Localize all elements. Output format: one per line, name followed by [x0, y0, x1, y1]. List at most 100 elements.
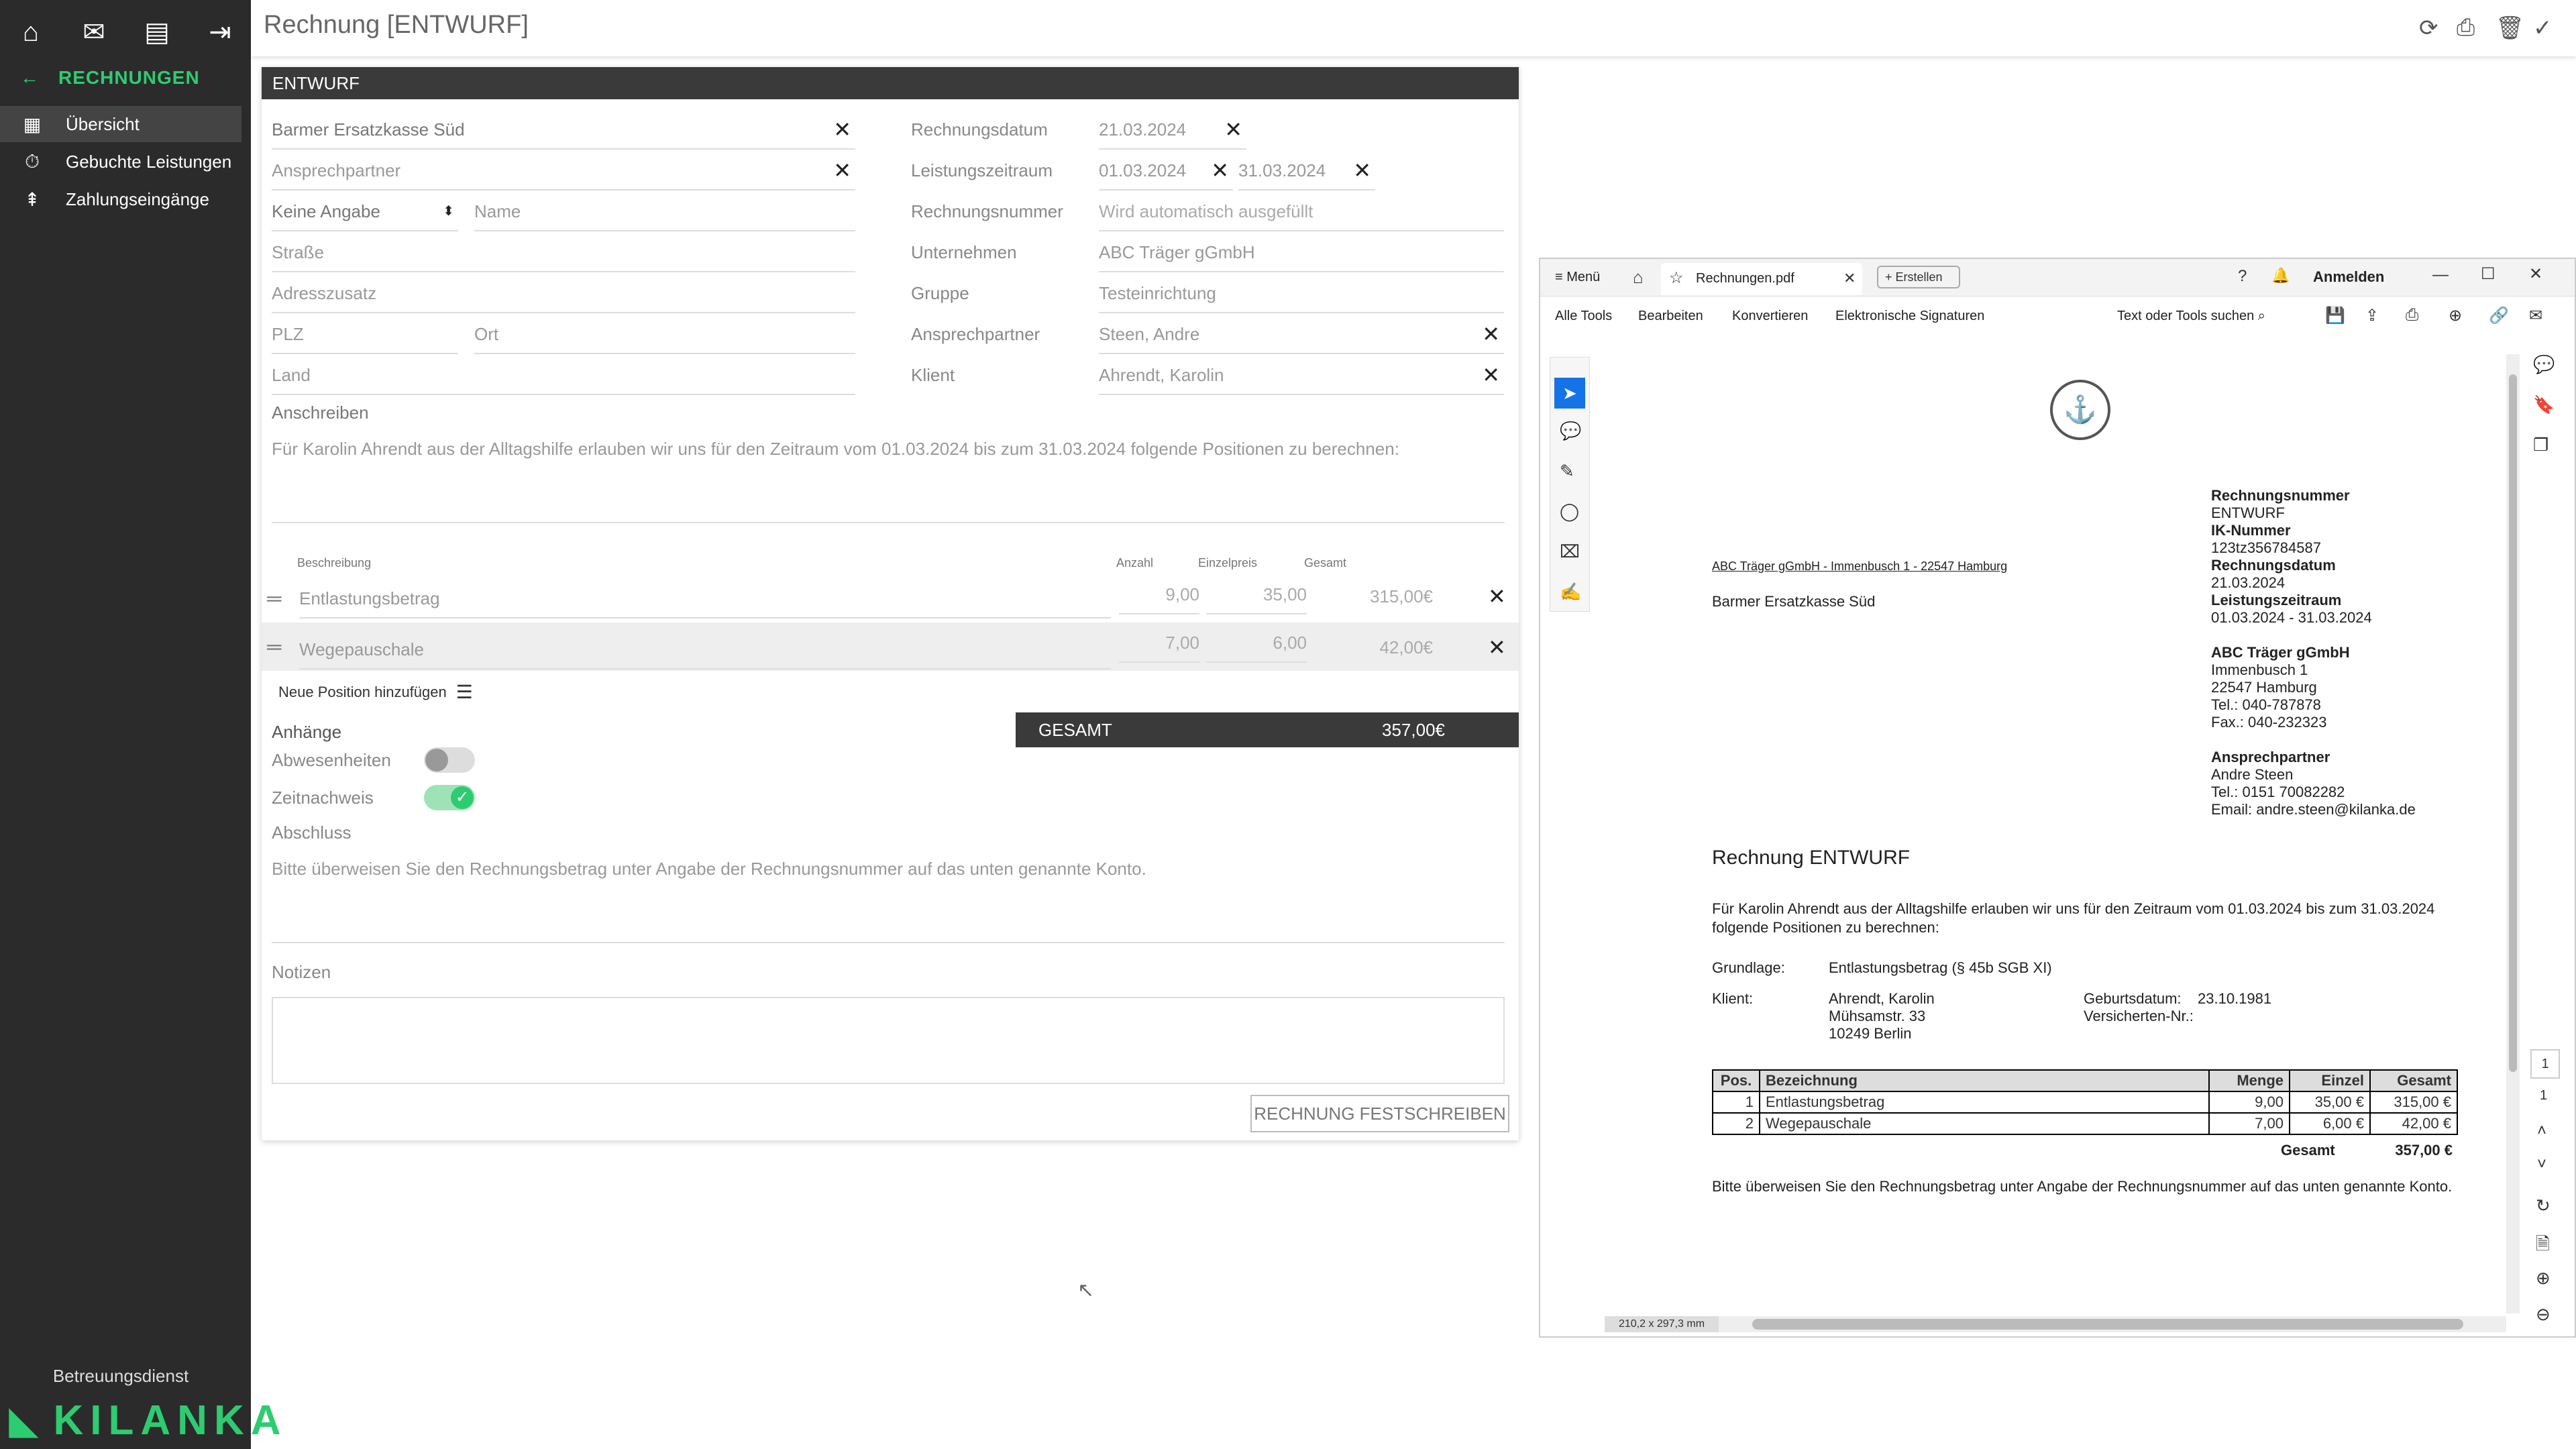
address-extra-field[interactable]: Adresszusatz	[272, 273, 855, 313]
signin-button[interactable]: Anmelden	[2313, 268, 2384, 286]
vertical-scroll-thumb[interactable]	[2509, 374, 2517, 1072]
close-window-icon[interactable]: ✕	[2529, 264, 2542, 284]
back-to-rechnungen[interactable]: ← RECHNUNGEN	[20, 67, 200, 89]
home-icon[interactable]: ⌂	[15, 16, 47, 48]
pdf-search-button[interactable]: Text oder Tools suchen ⌕	[2117, 309, 2265, 324]
contact-card-icon[interactable]: ▤	[141, 16, 173, 48]
clear-period-from-icon[interactable]: ✕	[1211, 150, 1229, 191]
closing-textarea[interactable]: Bitte überweisen Sie den Rechnungsbetrag…	[272, 856, 1505, 943]
position-description-field[interactable]: Wegepauschale	[299, 629, 1111, 669]
meta-value: 21.03.2024	[2211, 574, 2286, 591]
remove-position-icon[interactable]: ✕	[1488, 635, 1506, 660]
zip-field[interactable]: PLZ	[272, 314, 458, 354]
pages-panel-icon[interactable]: ❐	[2533, 435, 2548, 455]
client-field[interactable]: Ahrendt, Karolin ✕	[1099, 355, 1504, 395]
upload-icon[interactable]: ⇪	[2365, 306, 2379, 325]
clear-right-contact-icon[interactable]: ✕	[1482, 314, 1500, 354]
bell-icon[interactable]: 🔔	[2271, 267, 2290, 284]
zoom-out-icon[interactable]: ⊖	[2536, 1304, 2551, 1325]
maximize-icon[interactable]: ☐	[2481, 264, 2496, 284]
text-select-tool-icon[interactable]: ⌧	[1560, 541, 1580, 562]
clear-recipient-icon[interactable]: ✕	[833, 109, 851, 150]
position-qty-field[interactable]: 7,00	[1119, 623, 1199, 663]
period-to-field[interactable]: 31.03.2024 ✕	[1238, 150, 1375, 191]
page-up-icon[interactable]: ˄	[2537, 1122, 2546, 1140]
rotate-icon[interactable]: ↻	[2536, 1195, 2551, 1216]
pdf-tab[interactable]: ☆ Rechnungen.pdf ✕	[1661, 263, 1862, 295]
country-field[interactable]: Land	[272, 355, 855, 395]
company-field[interactable]: ABC Träger gGmbH	[1099, 232, 1504, 272]
select-tool-icon[interactable]: ➤	[1554, 378, 1585, 409]
tool-all-tools[interactable]: Alle Tools	[1555, 309, 1612, 324]
help-icon[interactable]: ?	[2238, 267, 2247, 286]
clear-contact-icon[interactable]: ✕	[833, 150, 851, 191]
position-price-field[interactable]: 6,00	[1206, 623, 1307, 663]
tool-esign[interactable]: Elektronische Signaturen	[1835, 309, 1984, 324]
right-contact-field[interactable]: Steen, Andre ✕	[1099, 314, 1504, 354]
clear-client-icon[interactable]: ✕	[1482, 355, 1500, 395]
page-down-icon[interactable]: ˅	[2537, 1155, 2546, 1174]
pdf-menu-label: Menü	[1566, 270, 1601, 284]
period-from-field[interactable]: 01.03.2024 ✕	[1099, 150, 1233, 191]
finalize-invoice-button[interactable]: RECHNUNG FESTSCHREIBEN	[1250, 1095, 1509, 1132]
pen-tool-icon[interactable]: ✎	[1560, 461, 1574, 482]
bookmarks-panel-icon[interactable]: 🔖	[2533, 394, 2555, 415]
vertical-scrollbar[interactable]	[2506, 354, 2520, 1313]
add-position-button[interactable]: Neue Position hinzufügen ☰	[278, 681, 473, 703]
letter-textarea[interactable]: Für Karolin Ahrendt aus der Alltagshilfe…	[272, 436, 1505, 523]
pdf-menu-button[interactable]: ≡ Menü	[1555, 270, 1600, 285]
create-button[interactable]: + Erstellen	[1877, 266, 1960, 288]
zoom-in-icon[interactable]: ⊕	[2536, 1268, 2551, 1289]
position-price-field[interactable]: 35,00	[1206, 574, 1307, 614]
star-icon[interactable]: ☆	[1669, 268, 1684, 288]
comment-tool-icon[interactable]: 💬	[1560, 421, 1581, 441]
street-field[interactable]: Straße	[272, 232, 855, 272]
page-number-input[interactable]: 1	[2530, 1049, 2560, 1079]
pdf-home-icon[interactable]: ⌂	[1633, 267, 1644, 288]
city-field[interactable]: Ort	[474, 314, 855, 354]
remove-position-icon[interactable]: ✕	[1488, 584, 1506, 609]
drag-handle-icon[interactable]: ═	[267, 636, 281, 659]
invoice-number-field[interactable]: Wird automatisch ausgefüllt	[1099, 191, 1504, 231]
notes-textarea[interactable]	[272, 997, 1505, 1084]
document-icon[interactable]: 🗎	[2536, 1232, 2550, 1261]
position-qty-field[interactable]: 9,00	[1119, 574, 1199, 614]
horizontal-scrollbar[interactable]: 210,2 x 297,3 mm	[1605, 1316, 2506, 1332]
name-field[interactable]: Name	[474, 191, 855, 231]
group-field[interactable]: Testeinrichtung	[1099, 273, 1504, 313]
sign-tool-icon[interactable]: ✍	[1560, 582, 1581, 602]
link-icon[interactable]: 🔗	[2489, 306, 2509, 325]
refresh-icon[interactable]: ⟳	[2419, 15, 2438, 42]
print-icon[interactable]: ⎙	[2457, 15, 2475, 41]
delete-icon[interactable]: 🗑	[2496, 15, 2524, 42]
invoice-date-field[interactable]: 21.03.2024 ✕	[1099, 109, 1246, 150]
print-icon[interactable]: ⎙	[2406, 306, 2418, 325]
lasso-tool-icon[interactable]: ◯	[1560, 501, 1579, 522]
clear-invoice-date-icon[interactable]: ✕	[1224, 109, 1242, 150]
tool-edit[interactable]: Bearbeiten	[1638, 309, 1703, 324]
logout-icon[interactable]: ⇥	[204, 16, 236, 48]
sidebar-item-uebersicht[interactable]: ▦ Übersicht	[0, 106, 241, 142]
time-record-toggle[interactable]: ✓	[424, 785, 475, 810]
close-tab-icon[interactable]: ✕	[1843, 270, 1856, 287]
sidebar-item-gebuchte-leistungen[interactable]: ⏱ Gebuchte Leistungen	[0, 144, 241, 180]
contact-person-field[interactable]: Ansprechpartner ✕	[272, 150, 855, 191]
drag-handle-icon[interactable]: ═	[267, 588, 281, 610]
comments-panel-icon[interactable]: 💬	[2533, 354, 2555, 375]
check-icon[interactable]: ✓	[2533, 15, 2553, 42]
recipient-field[interactable]: Barmer Ersatzkasse Süd ✕	[272, 109, 855, 150]
table-row: 2 Wegepauschale 7,00 6,00 € 42,00 €	[1712, 1112, 2458, 1135]
email-icon[interactable]: ✉	[2529, 306, 2542, 325]
horizontal-scroll-thumb[interactable]	[1752, 1319, 2463, 1330]
tool-convert[interactable]: Konvertieren	[1732, 309, 1808, 324]
save-icon[interactable]: 💾	[2325, 306, 2345, 325]
clear-period-to-icon[interactable]: ✕	[1353, 150, 1371, 191]
sidebar-item-zahlungseingaenge[interactable]: ⇞ Zahlungseingänge	[0, 181, 241, 217]
absences-toggle[interactable]	[424, 747, 475, 773]
share-icon[interactable]: ⊕	[2449, 306, 2462, 325]
kilanka-logo: ◣ KILANKA	[9, 1397, 288, 1444]
salutation-select[interactable]: Keine Angabe ⬍	[272, 191, 458, 231]
minimize-icon[interactable]: —	[2432, 266, 2449, 284]
position-description-field[interactable]: Entlastungsbetrag	[299, 578, 1111, 619]
mail-icon[interactable]: ✉	[78, 16, 110, 48]
